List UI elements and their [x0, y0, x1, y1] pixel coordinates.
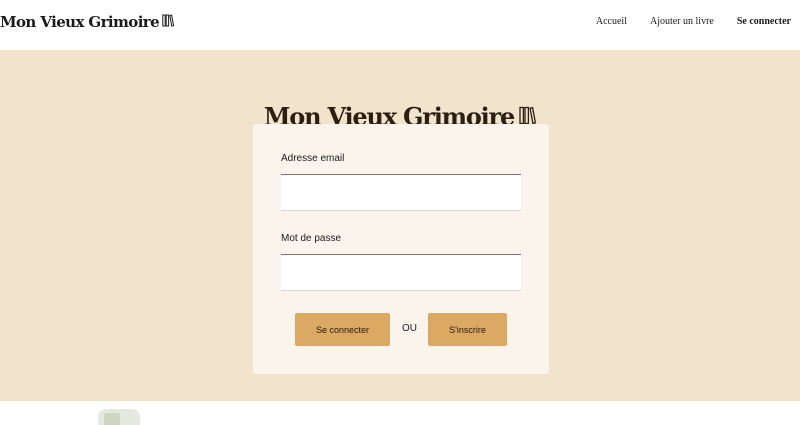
- brand-logo-link[interactable]: Mon Vieux Grimoire: [0, 13, 175, 31]
- brand-name: Mon Vieux Grimoire: [0, 13, 160, 31]
- main-nav: Accueil Ajouter un livre Se connecter: [596, 16, 791, 27]
- password-field[interactable]: [281, 254, 521, 291]
- site-footer: [0, 401, 800, 425]
- nav-link-login[interactable]: Se connecter: [737, 16, 791, 27]
- signup-button[interactable]: S'inscrire: [428, 313, 507, 346]
- password-label: Mot de passe: [281, 233, 342, 244]
- login-button[interactable]: Se connecter: [295, 313, 390, 346]
- nav-link-add-book[interactable]: Ajouter un livre: [650, 16, 714, 27]
- or-separator: OU: [402, 323, 417, 334]
- nav-link-home[interactable]: Accueil: [596, 16, 627, 27]
- book-icon: [162, 13, 175, 31]
- email-label: Adresse email: [281, 153, 345, 164]
- site-header: Mon Vieux Grimoire Accueil Ajouter un li…: [0, 0, 800, 50]
- login-form: Adresse email Mot de passe Se connecter …: [253, 124, 549, 374]
- email-field[interactable]: [281, 174, 521, 211]
